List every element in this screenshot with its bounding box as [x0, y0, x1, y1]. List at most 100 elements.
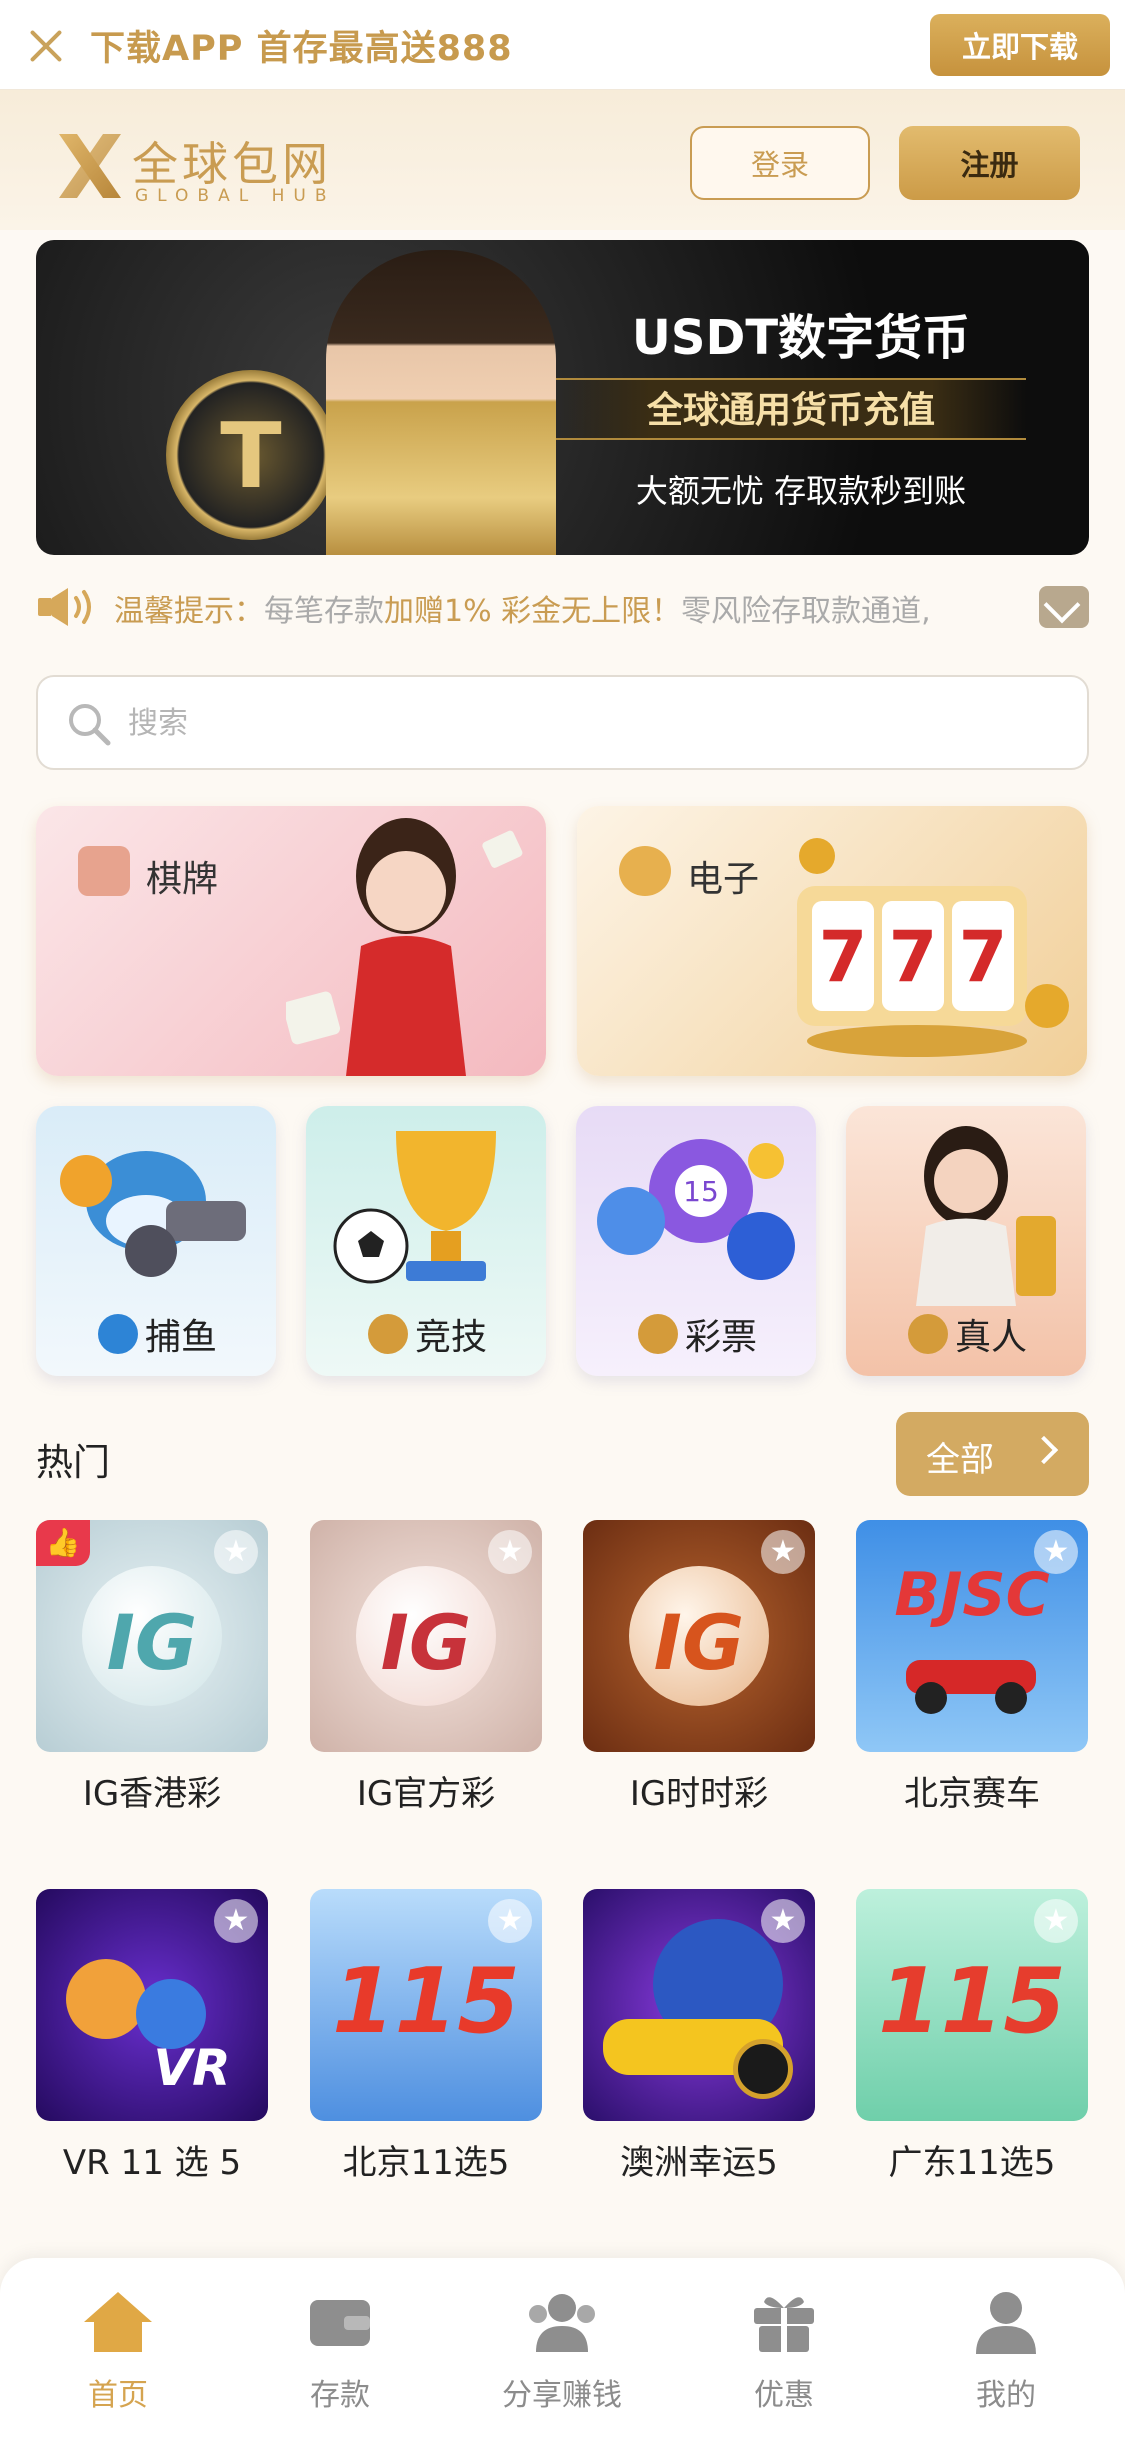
category-card-caipiao[interactable]: 15 彩票 — [576, 1106, 816, 1376]
nav-label: 优惠 — [754, 2378, 814, 2413]
speaker-icon — [38, 588, 91, 626]
wallet-icon — [310, 2300, 370, 2346]
home-icon — [84, 2292, 152, 2352]
favorite-star-icon[interactable]: ★ — [761, 1530, 805, 1574]
nav-profile[interactable]: 我的 — [906, 2288, 1106, 2414]
nav-label: 存款 — [310, 2378, 370, 2413]
game-card[interactable]: ★ 澳洲幸运5 — [583, 1889, 815, 2184]
category-card-dianzi[interactable]: 电子 7 7 7 — [577, 806, 1087, 1076]
login-button[interactable]: 登录 — [690, 126, 870, 200]
category-label: 电子 — [687, 859, 760, 900]
shark-gun-illustration — [60, 1151, 246, 1277]
game-card[interactable]: 115 ★ 北京11选5 — [310, 1889, 542, 2184]
category-card-qipai[interactable]: 棋牌 — [36, 806, 546, 1076]
game-thumbnail: IG 👍 ★ — [36, 1520, 268, 1752]
download-app-bar: 下载APP 首存最高送888 立即下载 — [0, 0, 1125, 90]
notice-text: 温馨提示：每笔存款加赠1% 彩金无上限！零风险存取款通道, — [114, 594, 931, 629]
nav-share[interactable]: 分享赚钱 — [462, 2288, 662, 2414]
logo-title: 全球包网 — [132, 137, 332, 191]
category-label: 真人 — [954, 1317, 1027, 1358]
game-name: 广东11选5 — [888, 2143, 1056, 2183]
svg-text:7: 7 — [889, 916, 938, 998]
favorite-star-icon[interactable]: ★ — [488, 1899, 532, 1943]
svg-text:15: 15 — [683, 1175, 719, 1208]
cards-icon — [78, 846, 130, 896]
game-card[interactable]: IG 👍 ★ IG香港彩 — [36, 1520, 268, 1815]
category-card-zhenren[interactable]: 真人 — [846, 1106, 1086, 1376]
mail-icon[interactable] — [1039, 586, 1089, 628]
slot-seven-icon — [619, 846, 671, 896]
game-thumbnail: 115 ★ — [310, 1889, 542, 2121]
banner-title: USDT数字货币 — [631, 310, 971, 366]
game-card[interactable]: BJSC ★ 北京赛车 — [856, 1520, 1088, 1815]
game-card[interactable]: VR ★ VR 11 选 5 — [36, 1889, 268, 2184]
notice-marquee[interactable]: 温馨提示：每笔存款加赠1% 彩金无上限！零风险存取款通道, — [36, 578, 1089, 634]
game-thumbnail: 115 ★ — [856, 1889, 1088, 2121]
download-app-button[interactable]: 立即下载 — [930, 14, 1110, 76]
nav-home[interactable]: 首页 — [18, 2288, 218, 2414]
favorite-star-icon[interactable]: ★ — [1034, 1899, 1078, 1943]
search-icon — [69, 704, 111, 746]
usdt-coin-icon: T — [166, 370, 336, 540]
trophy-ball-illustration — [333, 1131, 496, 1284]
favorite-star-icon[interactable]: ★ — [488, 1530, 532, 1574]
game-card[interactable]: IG ★ IG官方彩 — [310, 1520, 542, 1815]
game-name: IG官方彩 — [356, 1774, 496, 1814]
lottery-balls-illustration: 15 — [597, 1139, 795, 1280]
live-dealer-illustration — [916, 1126, 1056, 1306]
gift-icon — [754, 2297, 814, 2352]
site-header: 全球包网 GLOBAL HUB 登录 注册 — [0, 90, 1125, 230]
game-card[interactable]: 115 ★ 广东11选5 — [856, 1889, 1088, 2184]
game-thumbnail: IG ★ — [310, 1520, 542, 1752]
profile-icon — [976, 2292, 1036, 2354]
category-label: 棋牌 — [146, 859, 219, 900]
chevron-right-icon — [1029, 1435, 1059, 1465]
favorite-star-icon[interactable]: ★ — [214, 1899, 258, 1943]
nav-label: 分享赚钱 — [502, 2378, 622, 2413]
banner-subtitle: 全球通用货币充值 — [556, 378, 1026, 440]
banner-model-image — [326, 250, 556, 555]
nav-label: 首页 — [88, 2378, 148, 2413]
game-name: IG时时彩 — [629, 1774, 769, 1814]
share-users-icon — [529, 2294, 595, 2352]
game-name: IG香港彩 — [82, 1774, 222, 1814]
search-input[interactable] — [128, 695, 1028, 751]
banner-tagline: 大额无忧 存取款秒到账 — [635, 472, 967, 510]
game-name: VR 11 选 5 — [62, 2143, 242, 2183]
game-name: 北京赛车 — [904, 1774, 1040, 1814]
download-promo-text: 下载APP 首存最高送888 — [90, 29, 513, 69]
bottom-nav: 首页 存款 分享赚钱 优惠 我的 — [0, 2258, 1125, 2442]
logo-x-icon — [59, 134, 121, 198]
nav-label: 我的 — [976, 2378, 1036, 2413]
game-thumbnail: ★ — [583, 1889, 815, 2121]
game-thumbnail: BJSC ★ — [856, 1520, 1088, 1752]
svg-text:7: 7 — [959, 916, 1008, 998]
favorite-star-icon[interactable]: ★ — [761, 1899, 805, 1943]
view-all-label: 全部 — [926, 1440, 994, 1480]
slot-777-illustration: 7 7 7 — [797, 838, 1069, 1057]
game-card[interactable]: IG ★ IG时时彩 — [583, 1520, 815, 1815]
category-card-buyu[interactable]: 捕鱼 — [36, 1106, 276, 1376]
svg-text:7: 7 — [819, 916, 868, 998]
favorite-star-icon[interactable]: ★ — [214, 1530, 258, 1574]
game-name: 北京11选5 — [342, 2143, 510, 2183]
favorite-star-icon[interactable]: ★ — [1034, 1530, 1078, 1574]
nav-deposit[interactable]: 存款 — [240, 2288, 440, 2414]
hot-badge-thumbs-up-icon: 👍 — [36, 1520, 90, 1566]
close-icon[interactable] — [28, 27, 64, 63]
game-name: 澳洲幸运5 — [620, 2143, 778, 2183]
view-all-button[interactable]: 全部 — [896, 1412, 1089, 1496]
logo-subtitle: GLOBAL HUB — [135, 186, 336, 206]
promo-banner[interactable]: T USDT数字货币 全球通用货币充值 大额无忧 存取款秒到账 — [36, 240, 1089, 555]
search-bar[interactable] — [36, 675, 1089, 770]
mahjong-girl-illustration — [286, 818, 523, 1076]
category-label: 竞技 — [414, 1317, 487, 1358]
race-car-icon — [906, 1660, 1036, 1714]
category-card-jingji[interactable]: 竞技 — [306, 1106, 546, 1376]
nav-promotions[interactable]: 优惠 — [684, 2288, 884, 2414]
register-button[interactable]: 注册 — [899, 126, 1080, 200]
hot-section-title: 热门 — [36, 1441, 110, 1484]
game-thumbnail: VR ★ — [36, 1889, 268, 2121]
category-label: 彩票 — [684, 1317, 757, 1358]
game-thumbnail: IG ★ — [583, 1520, 815, 1752]
